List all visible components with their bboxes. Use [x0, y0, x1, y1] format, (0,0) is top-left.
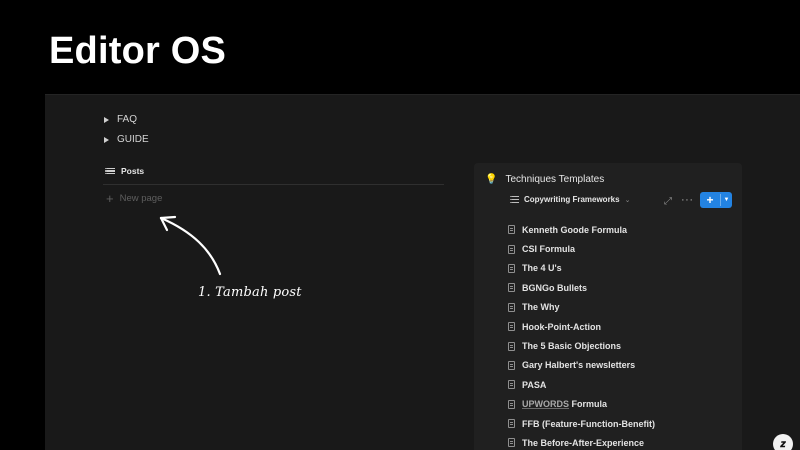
new-button-label: + — [706, 193, 714, 207]
page-icon — [508, 302, 515, 312]
slide: Editor OS FAQ GUIDE Posts + New page 1. … — [0, 0, 800, 450]
item-label: Hook-Point-Action — [522, 321, 601, 332]
item-label: PASA — [522, 379, 547, 390]
page-icon — [508, 341, 515, 351]
page-icon — [508, 399, 515, 409]
panel-header[interactable]: 💡 Techniques Templates — [485, 174, 604, 185]
item-label: Kenneth Goode Formula — [522, 224, 628, 235]
list-item[interactable]: PASA — [508, 375, 655, 394]
item-label: The 4 U's — [522, 263, 562, 274]
chevron-down-icon[interactable]: ▼ — [721, 197, 732, 203]
page-icon — [508, 225, 515, 235]
list-item[interactable]: The Why — [508, 298, 655, 317]
posts-title: Posts — [121, 166, 145, 176]
new-item-button[interactable]: + ▼ — [700, 192, 732, 208]
panel-title: Techniques Templates — [505, 174, 605, 185]
template-list: Kenneth Goode Formula CSI Formula The 4 … — [508, 220, 655, 450]
slide-title: Editor OS — [49, 30, 227, 72]
toggle-label: FAQ — [117, 114, 138, 125]
view-selector[interactable]: Copywriting Frameworks ⌄ — [510, 195, 630, 204]
toggle-label: GUIDE — [117, 134, 149, 145]
annotation-arrow-icon — [159, 215, 222, 276]
list-item[interactable]: UPWORDS Formula — [508, 395, 655, 414]
list-item[interactable]: FFB (Feature-Function-Benefit) — [508, 414, 655, 433]
notion-page: FAQ GUIDE Posts + New page 1. Tambah pos… — [45, 94, 800, 450]
item-label: The Before-After-Experience — [522, 437, 645, 448]
list-item[interactable]: CSI Formula — [508, 239, 655, 258]
highlighted-term: UPWORDS — [522, 399, 569, 410]
view-name: Copywriting Frameworks — [524, 195, 620, 204]
toggle-guide[interactable]: GUIDE — [104, 134, 149, 145]
page-icon — [508, 438, 515, 448]
annotation-label: 1. Tambah post — [198, 285, 302, 300]
toggle-arrow-icon — [104, 136, 109, 143]
techniques-templates-panel: 💡 Techniques Templates Copywriting Frame… — [474, 163, 742, 450]
list-item[interactable]: The Before-After-Experience — [508, 433, 655, 450]
page-icon — [508, 283, 515, 293]
list-item[interactable]: Hook-Point-Action — [508, 317, 655, 336]
chevron-down-icon: ⌄ — [624, 196, 631, 204]
toggle-arrow-icon — [104, 116, 109, 123]
page-icon — [508, 322, 515, 332]
page-icon — [508, 380, 515, 390]
item-label: CSI Formula — [522, 244, 576, 255]
item-label-rest: Formula — [569, 399, 608, 410]
new-page-button[interactable]: + New page — [106, 192, 162, 205]
more-options-icon[interactable]: ··· — [681, 194, 694, 206]
item-label: The Why — [522, 302, 560, 313]
list-item[interactable]: Gary Halbert's newsletters — [508, 356, 655, 375]
list-view-icon — [105, 167, 115, 175]
item-label: UPWORDS Formula — [522, 399, 607, 409]
page-icon — [508, 263, 515, 273]
item-label: BGNGo Bullets — [522, 282, 588, 293]
list-item[interactable]: Kenneth Goode Formula — [508, 220, 655, 239]
toggle-faq[interactable]: FAQ — [104, 114, 137, 125]
posts-database-title[interactable]: Posts — [105, 166, 144, 176]
list-item[interactable]: The 5 Basic Objections — [508, 336, 655, 355]
logo-badge-icon: 𝒛 — [773, 434, 793, 450]
divider — [103, 184, 444, 185]
list-view-icon — [510, 196, 519, 203]
expand-icon[interactable]: ⤢ — [664, 196, 672, 207]
list-item[interactable]: BGNGo Bullets — [508, 278, 655, 297]
list-item[interactable]: The 4 U's — [508, 259, 655, 278]
new-page-label: New page — [119, 193, 163, 204]
item-label: Gary Halbert's newsletters — [522, 360, 636, 371]
item-label: FFB (Feature-Function-Benefit) — [522, 418, 655, 429]
page-icon — [508, 244, 515, 254]
item-label: The 5 Basic Objections — [522, 341, 622, 352]
page-icon — [508, 419, 515, 429]
plus-icon: + — [106, 191, 114, 206]
lightbulb-icon: 💡 — [485, 174, 498, 185]
page-icon — [508, 360, 515, 370]
